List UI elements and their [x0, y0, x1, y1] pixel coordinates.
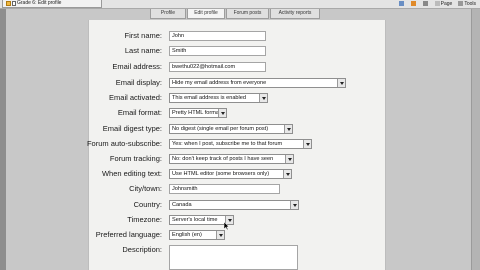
browser-tab-title: Grade 6: Edit profile: [17, 0, 62, 6]
country-select[interactable]: Canada: [169, 200, 299, 210]
chevron-down-icon: [303, 140, 311, 148]
language-select[interactable]: English (en): [169, 230, 225, 240]
email-input[interactable]: bwethu022@hotmail.com: [169, 62, 266, 72]
editing-text-label: When editing text:: [101, 169, 162, 178]
description-label: Description:: [122, 245, 162, 254]
description-textarea[interactable]: [169, 245, 298, 270]
country-label: Country:: [133, 200, 162, 209]
forum-autosubscribe-label: Forum auto-subscribe:: [86, 139, 162, 148]
timezone-label: Timezone:: [127, 215, 162, 224]
mouse-cursor-icon: [224, 222, 230, 230]
window-left-edge: [0, 9, 6, 270]
tab-activity-reports[interactable]: Activity reports: [270, 9, 320, 19]
first-name-input[interactable]: John: [169, 31, 266, 41]
email-display-label: Email display:: [115, 78, 162, 87]
chevron-down-icon: [337, 79, 345, 87]
favorite-star-icon[interactable]: [6, 1, 11, 6]
tab-profile[interactable]: Profile: [150, 9, 186, 19]
chevron-down-icon: [285, 155, 293, 163]
tools-menu[interactable]: Tools: [458, 0, 476, 8]
forum-tracking-label: Forum tracking:: [109, 154, 162, 163]
email-activated-label: Email activated:: [109, 93, 162, 102]
print-button[interactable]: [422, 0, 429, 8]
city-label: City/town:: [129, 184, 162, 193]
home-button[interactable]: [398, 0, 405, 8]
language-label: Preferred language:: [95, 230, 162, 239]
page-menu-icon: [434, 1, 440, 7]
browser-tab-strip: Grade 6: Edit profile Page Tools: [0, 0, 480, 9]
page-icon: [12, 1, 16, 6]
gear-icon: [458, 1, 464, 7]
email-format-label: Email format:: [117, 108, 162, 117]
chevron-down-icon: [218, 109, 226, 117]
first-name-label: First name:: [124, 31, 162, 40]
window-scrollbar[interactable]: [471, 9, 480, 270]
last-name-input[interactable]: Smith: [169, 46, 266, 56]
email-digest-select[interactable]: No digest (single email per forum post): [169, 124, 293, 134]
last-name-label: Last name:: [124, 46, 162, 55]
email-display-select[interactable]: Hide my email address from everyone: [169, 78, 346, 88]
city-input[interactable]: Johnsmith: [169, 184, 280, 194]
home-icon: [398, 1, 404, 7]
printer-icon: [422, 1, 428, 7]
email-activated-select[interactable]: This email address is enabled: [169, 93, 268, 103]
chevron-down-icon: [283, 170, 291, 178]
chevron-down-icon: [284, 125, 292, 133]
forum-autosubscribe-select[interactable]: Yes: when I post, subscribe me to that f…: [169, 139, 312, 149]
forum-tracking-select[interactable]: No: don't keep track of posts I have see…: [169, 154, 294, 164]
chevron-down-icon: [259, 94, 267, 102]
email-digest-label: Email digest type:: [102, 124, 162, 133]
tab-forum-posts[interactable]: Forum posts: [226, 9, 269, 19]
profile-tabs: Profile Edit profile Forum posts Activit…: [150, 9, 320, 19]
editing-text-select[interactable]: Use HTML editor (some browsers only): [169, 169, 292, 179]
browser-tab[interactable]: Grade 6: Edit profile: [2, 0, 102, 8]
browser-toolbar: Page Tools: [398, 0, 476, 8]
email-label: Email address:: [112, 62, 162, 71]
email-format-select[interactable]: Pretty HTML format: [169, 108, 227, 118]
chevron-down-icon: [290, 201, 298, 209]
chevron-down-icon: [216, 231, 224, 239]
page-menu[interactable]: Page: [434, 0, 452, 8]
feeds-button[interactable]: [410, 0, 417, 8]
tab-edit-profile[interactable]: Edit profile: [187, 9, 225, 19]
rss-icon: [410, 1, 416, 7]
